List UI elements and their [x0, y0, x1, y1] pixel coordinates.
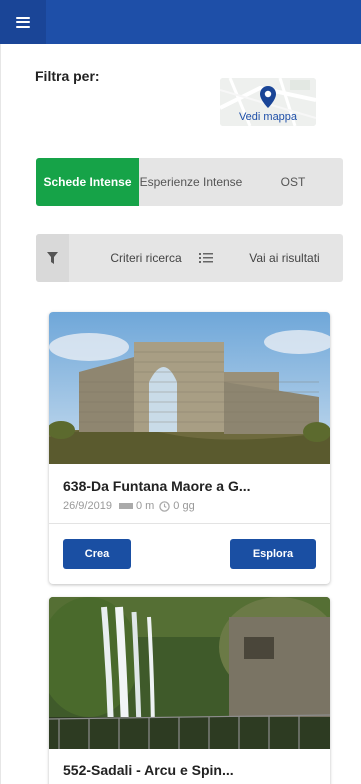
criteria-button[interactable]: Criteri ricerca — [76, 234, 216, 282]
card-distance: 0 m — [135, 500, 155, 512]
map-pin-icon — [260, 86, 276, 108]
hamburger-icon — [16, 16, 30, 28]
explore-button[interactable]: Esplora — [230, 539, 316, 569]
list-icon — [199, 253, 213, 263]
tab-bar: Schede Intense Esperienze Intense OST — [36, 158, 343, 206]
results-button[interactable]: Vai ai risultati — [226, 234, 343, 282]
trail-card[interactable]: 552-Sadali - Arcu e Spin... — [49, 597, 330, 784]
card-meta: 26/9/2019 0 m 0 gg — [63, 500, 195, 512]
page-content: Filtra per: Vedi mappa Schede Intense Es… — [0, 44, 361, 784]
filter-label: Filtra per: — [35, 68, 100, 84]
action-bar: Criteri ricerca Vai ai risultati — [36, 234, 343, 282]
funnel-icon[interactable] — [36, 234, 69, 282]
card-title: 552-Sadali - Arcu e Spin... — [63, 762, 234, 778]
tab-esperienze-intense[interactable]: Esperienze Intense — [139, 158, 243, 206]
tab-ost[interactable]: OST — [243, 158, 343, 206]
card-image — [49, 312, 330, 464]
create-button[interactable]: Crea — [63, 539, 131, 569]
map-link[interactable]: Vedi mappa — [220, 78, 316, 126]
card-title: 638-Da Funtana Maore a G... — [63, 478, 251, 494]
trail-card[interactable]: 638-Da Funtana Maore a G... 26/9/2019 0 … — [49, 312, 330, 584]
card-divider — [49, 523, 330, 524]
map-link-label: Vedi mappa — [238, 111, 298, 123]
top-bar — [0, 0, 361, 44]
ruler-icon — [118, 503, 133, 509]
card-duration: 0 gg — [173, 500, 195, 512]
tab-schede-intense[interactable]: Schede Intense — [36, 158, 139, 206]
menu-button[interactable] — [0, 0, 46, 44]
clock-icon — [159, 500, 171, 512]
card-date: 26/9/2019 — [63, 500, 112, 512]
card-image — [49, 597, 330, 749]
